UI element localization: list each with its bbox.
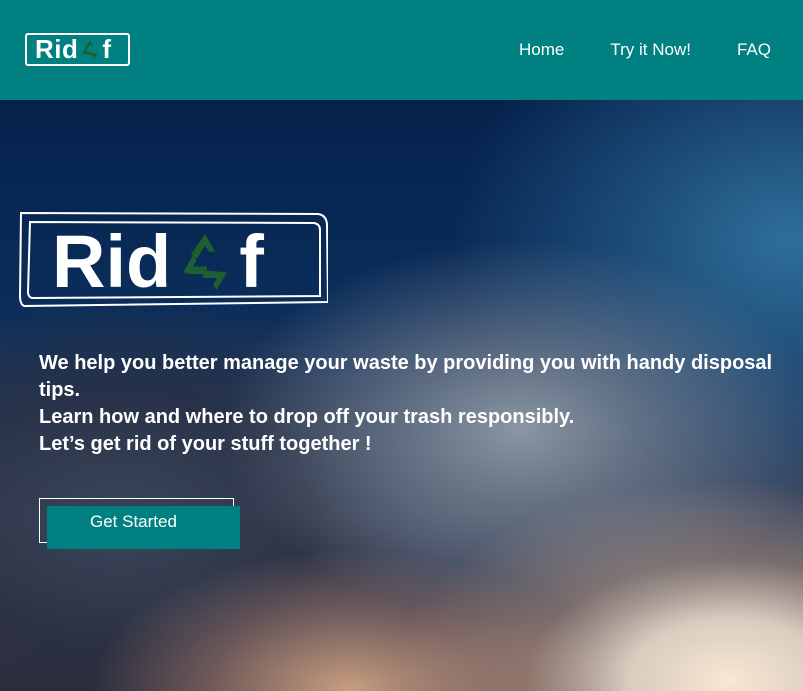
logo-text-right: f	[102, 34, 112, 64]
hero-section: Rid f We help you better manage your was…	[0, 100, 803, 691]
hero-logo: Rid f	[18, 210, 328, 308]
hero-logo-text-right: f	[239, 220, 264, 303]
hero-tagline: We help you better manage your waste by …	[39, 350, 803, 458]
nav-home[interactable]: Home	[519, 40, 564, 60]
nav-faq[interactable]: FAQ	[737, 40, 771, 60]
tagline-line-3: Let’s get rid of your stuff together !	[39, 433, 372, 455]
nav-try-it-now[interactable]: Try it Now!	[610, 40, 691, 60]
logo-text-left: Rid	[35, 34, 79, 64]
tagline-line-2: Learn how and where to drop off your tra…	[39, 406, 575, 428]
header-logo[interactable]: Rid f	[25, 33, 130, 66]
recycle-icon	[82, 39, 98, 60]
tagline-line-1: We help you better manage your waste by …	[39, 352, 773, 401]
hero-logo-text-left: Rid	[52, 220, 172, 303]
main-nav: Home Try it Now! FAQ	[473, 40, 771, 60]
hero-logo-wordmark: Rid f	[52, 222, 264, 302]
recycle-icon	[183, 233, 227, 291]
get-started-button[interactable]: Get Started	[47, 506, 240, 549]
top-header: Rid f Home Try it Now! FAQ	[0, 0, 803, 100]
